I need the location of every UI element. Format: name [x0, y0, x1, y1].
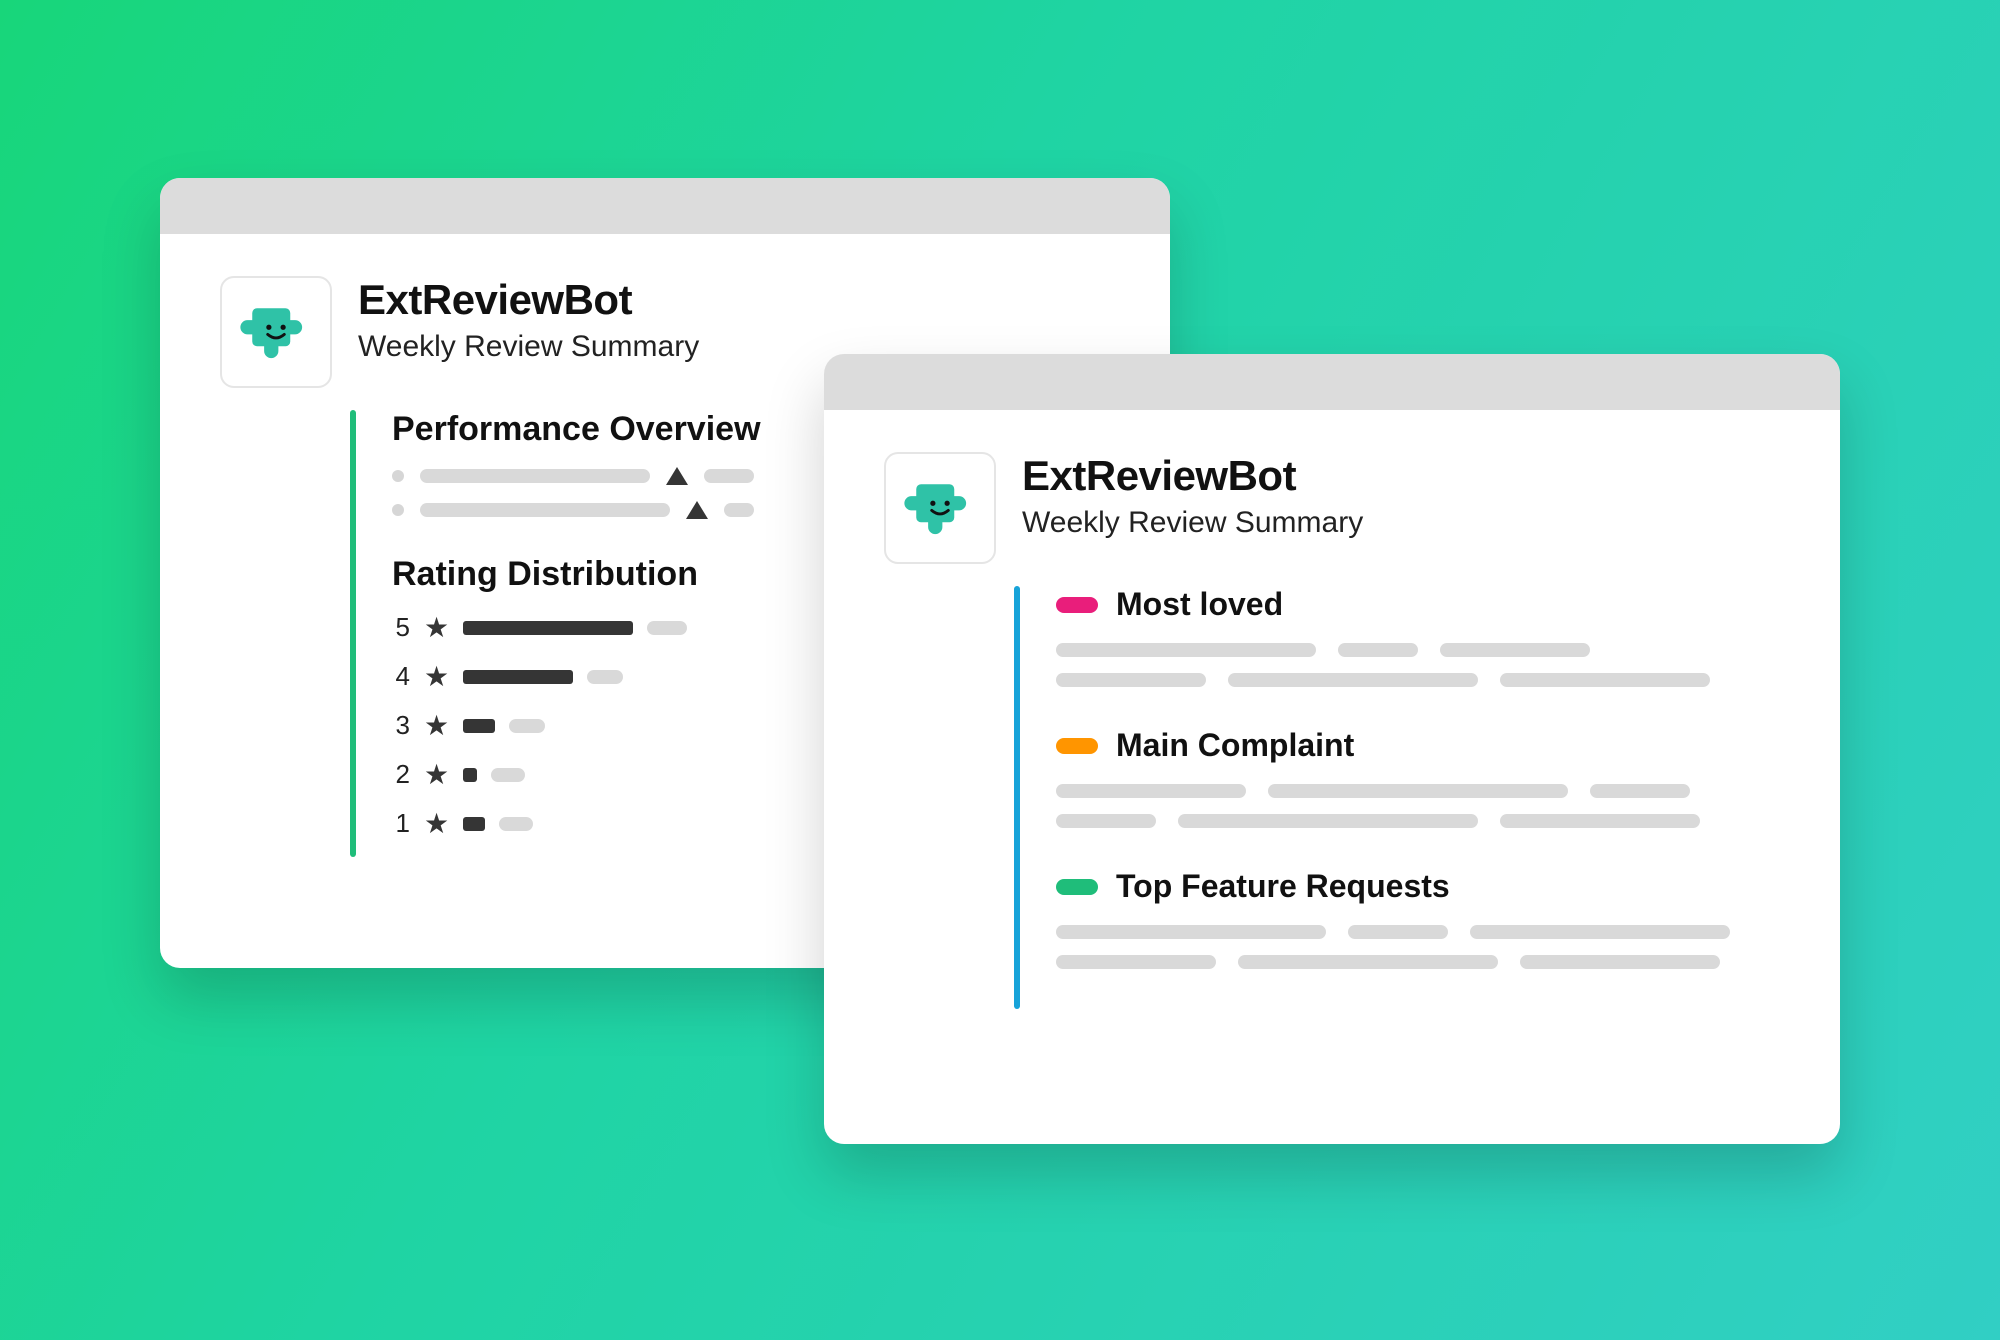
rating-number: 4 — [392, 661, 410, 692]
app-subtitle: Weekly Review Summary — [358, 330, 699, 364]
skeleton-text — [1590, 784, 1690, 798]
insight-most-loved: Most loved — [1056, 586, 1780, 687]
rating-number: 2 — [392, 759, 410, 790]
skeleton-text — [1268, 784, 1568, 798]
puzzle-piece-icon — [238, 294, 314, 370]
rating-bar — [463, 621, 633, 635]
skeleton-text — [1500, 814, 1700, 828]
skeleton-text — [1056, 925, 1326, 939]
insight-title: Top Feature Requests — [1116, 868, 1450, 905]
triangle-up-icon — [686, 501, 708, 519]
category-pill-icon — [1056, 597, 1098, 613]
window-titlebar — [160, 178, 1170, 234]
app-title: ExtReviewBot — [358, 276, 699, 324]
insight-title: Most loved — [1116, 586, 1283, 623]
app-subtitle: Weekly Review Summary — [1022, 506, 1363, 540]
rating-bar — [463, 719, 495, 733]
skeleton-text — [420, 503, 670, 517]
skeleton-text — [1348, 925, 1448, 939]
bullet-icon — [392, 470, 404, 482]
skeleton-text — [1056, 784, 1246, 798]
rating-bar — [463, 670, 573, 684]
rating-count-pill — [587, 670, 623, 684]
app-title: ExtReviewBot — [1022, 452, 1363, 500]
skeleton-text — [1056, 643, 1316, 657]
puzzle-piece-icon — [902, 470, 978, 546]
rating-bar — [463, 817, 485, 831]
rating-count-pill — [491, 768, 525, 782]
insight-feature-requests: Top Feature Requests — [1056, 868, 1780, 969]
category-pill-icon — [1056, 738, 1098, 754]
skeleton-text — [1056, 955, 1216, 969]
rating-number: 5 — [392, 612, 410, 643]
skeleton-text — [1056, 673, 1206, 687]
insight-main-complaint: Main Complaint — [1056, 727, 1780, 828]
insight-title: Main Complaint — [1116, 727, 1354, 764]
rating-bar — [463, 768, 477, 782]
app-icon — [884, 452, 996, 564]
skeleton-text — [1470, 925, 1730, 939]
skeleton-text — [704, 469, 754, 483]
rating-number: 1 — [392, 808, 410, 839]
accent-bar — [350, 410, 356, 857]
bullet-icon — [392, 504, 404, 516]
rating-count-pill — [499, 817, 533, 831]
rating-count-pill — [647, 621, 687, 635]
skeleton-text — [1228, 673, 1478, 687]
star-icon: ★ — [424, 712, 449, 740]
skeleton-text — [420, 469, 650, 483]
app-icon — [220, 276, 332, 388]
skeleton-text — [1178, 814, 1478, 828]
star-icon: ★ — [424, 614, 449, 642]
summary-window-right: ExtReviewBot Weekly Review Summary Most … — [824, 354, 1840, 1144]
window-titlebar — [824, 354, 1840, 410]
skeleton-text — [1440, 643, 1590, 657]
header: ExtReviewBot Weekly Review Summary — [884, 452, 1780, 564]
skeleton-text — [724, 503, 754, 517]
star-icon: ★ — [424, 663, 449, 691]
star-icon: ★ — [424, 810, 449, 838]
accent-bar — [1014, 586, 1020, 1009]
skeleton-text — [1338, 643, 1418, 657]
star-icon: ★ — [424, 761, 449, 789]
skeleton-text — [1238, 955, 1498, 969]
skeleton-text — [1056, 814, 1156, 828]
triangle-up-icon — [666, 467, 688, 485]
skeleton-text — [1520, 955, 1720, 969]
category-pill-icon — [1056, 879, 1098, 895]
rating-count-pill — [509, 719, 545, 733]
skeleton-text — [1500, 673, 1710, 687]
rating-number: 3 — [392, 710, 410, 741]
